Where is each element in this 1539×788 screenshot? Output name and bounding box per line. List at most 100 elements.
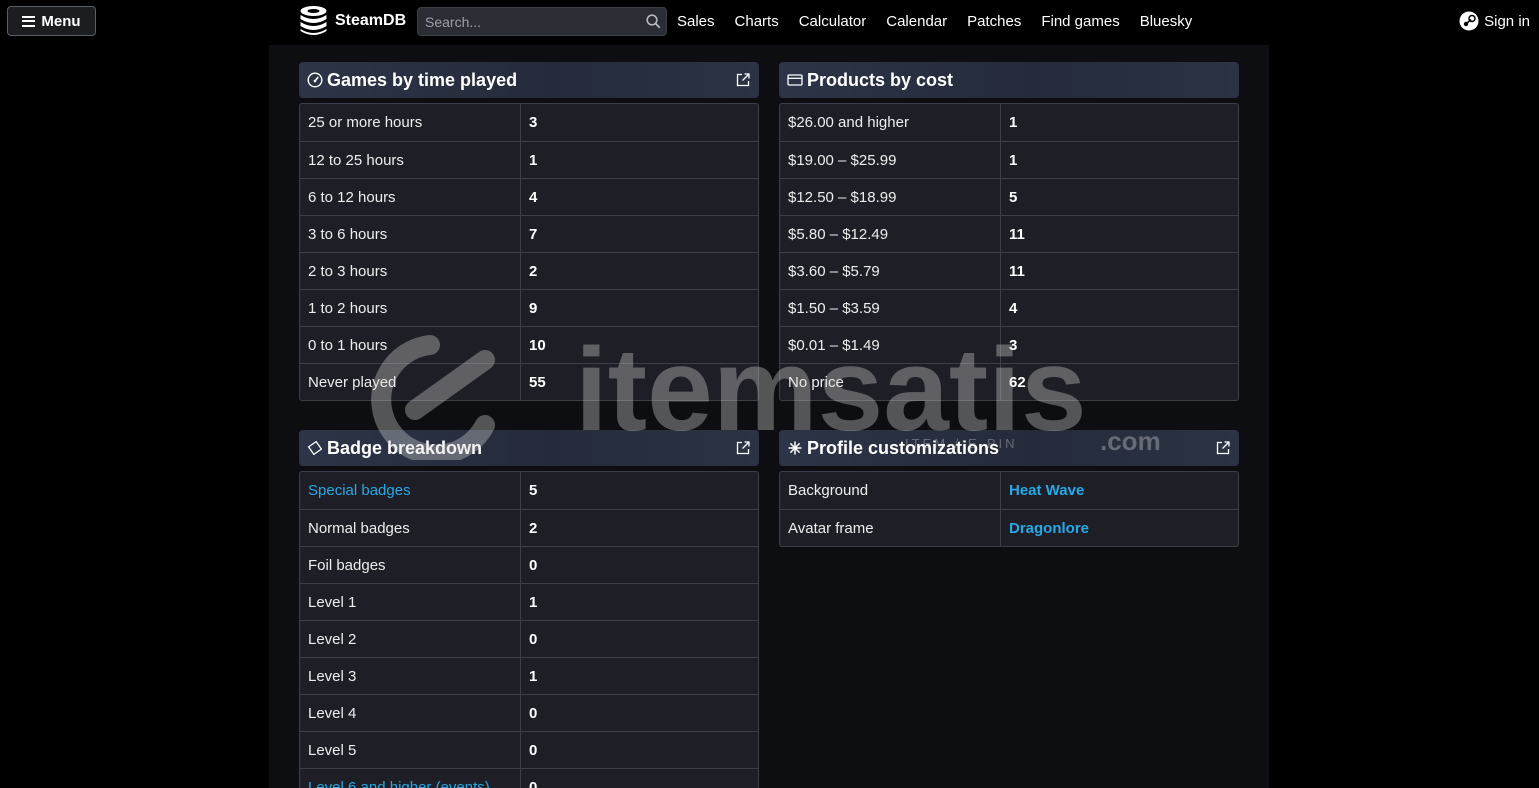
table-row: $5.80 – $12.49 11 [780, 215, 1238, 252]
main-content: Games by time played 25 or more hours 3 1… [269, 45, 1269, 788]
row-value: 4 [1009, 299, 1018, 317]
row-label: Background [780, 472, 1001, 509]
panel-title: Badge breakdown [327, 437, 483, 458]
table-row: Level 4 0 [300, 694, 758, 731]
external-link-icon[interactable] [735, 72, 751, 88]
nav-patches[interactable]: Patches [957, 13, 1031, 30]
table-row: 2 to 3 hours 2 [300, 252, 758, 289]
row-value: 1 [529, 151, 538, 169]
customizations-table: Background Heat Wave Avatar frame Dragonlo… [779, 471, 1239, 547]
background-link[interactable]: Heat Wave [1001, 472, 1238, 509]
search-icon[interactable] [640, 14, 666, 29]
level-6-events-link[interactable]: Level 6 and higher (events) [300, 769, 521, 788]
row-label: $26.00 and higher [780, 104, 1001, 141]
row-value: 1 [1009, 151, 1018, 169]
row-value: 11 [1009, 262, 1025, 280]
row-value: 5 [1009, 188, 1018, 206]
row-value: 5 [529, 482, 538, 499]
gauge-icon [307, 72, 323, 88]
table-row: 0 to 1 hours 10 [300, 326, 758, 363]
panel-title: Games by time played [327, 69, 518, 90]
row-label: 25 or more hours [300, 104, 521, 141]
nav-find-games[interactable]: Find games [1031, 13, 1129, 30]
steam-icon [1459, 11, 1479, 31]
row-label: $5.80 – $12.49 [780, 216, 1001, 252]
row-value: 0 [529, 630, 538, 648]
row-label: $3.60 – $5.79 [780, 253, 1001, 289]
nav-calendar[interactable]: Calendar [876, 13, 957, 30]
row-label: Level 3 [300, 658, 521, 694]
table-row: $3.60 – $5.79 11 [780, 252, 1238, 289]
table-row: Level 1 1 [300, 583, 758, 620]
panel-header: Products by cost [779, 62, 1239, 98]
row-label: Foil badges [300, 547, 521, 583]
row-value: 1 [529, 667, 538, 685]
steamdb-logo-icon [300, 6, 327, 35]
row-label: 12 to 25 hours [300, 142, 521, 178]
logo-text: SteamDB [335, 12, 407, 29]
external-link-icon[interactable] [1215, 440, 1231, 456]
nav-charts[interactable]: Charts [725, 13, 789, 30]
table-row: 25 or more hours 3 [300, 104, 758, 141]
row-value: 7 [529, 225, 538, 243]
row-value: 11 [1009, 225, 1025, 243]
row-value: 0 [529, 556, 538, 574]
row-value: 9 [529, 299, 538, 317]
badge-icon [307, 440, 323, 456]
panel-header: Profile customizations [779, 430, 1239, 466]
row-value: 4 [529, 188, 538, 206]
row-label: Level 2 [300, 621, 521, 657]
row-value: 3 [529, 114, 538, 131]
row-label: 3 to 6 hours [300, 216, 521, 252]
row-value: 1 [529, 593, 538, 611]
table-row: Level 6 and higher (events) 0 [300, 768, 758, 788]
row-label: 1 to 2 hours [300, 290, 521, 326]
profile-customizations-panel: Profile customizations Background Heat Wa… [779, 430, 1239, 547]
panel-header: Games by time played [299, 62, 759, 98]
badge-breakdown-panel: Badge breakdown Special badges 5 Normal b… [299, 430, 759, 788]
special-badges-link[interactable]: Special badges [300, 472, 521, 509]
time-played-table: 25 or more hours 3 12 to 25 hours 1 6 to 1… [299, 103, 759, 401]
menu-button-label: Menu [41, 12, 81, 30]
row-value: 2 [529, 262, 538, 280]
search-input[interactable] [418, 8, 640, 35]
row-label: 0 to 1 hours [300, 327, 521, 363]
table-row: Background Heat Wave [780, 472, 1238, 509]
table-row: Normal badges 2 [300, 509, 758, 546]
top-navbar: Menu SteamDB Sales Charts Calculator Cal… [0, 0, 1539, 42]
nav-calculator[interactable]: Calculator [789, 13, 877, 30]
table-row: Foil badges 0 [300, 546, 758, 583]
menu-button[interactable]: Menu [7, 6, 96, 36]
avatar-frame-link[interactable]: Dragonlore [1001, 510, 1238, 546]
row-value: 0 [529, 778, 538, 788]
row-label: Never played [300, 364, 521, 400]
row-label: $1.50 – $3.59 [780, 290, 1001, 326]
table-row: 1 to 2 hours 9 [300, 289, 758, 326]
table-row: $1.50 – $3.59 4 [780, 289, 1238, 326]
row-label: Normal badges [300, 510, 521, 546]
row-label: $12.50 – $18.99 [780, 179, 1001, 215]
credit-card-icon [787, 74, 803, 86]
sign-in-link[interactable]: Sign in [1459, 11, 1530, 31]
steamdb-logo[interactable]: SteamDB [298, 5, 406, 37]
search-box [417, 7, 667, 36]
external-link-icon[interactable] [735, 440, 751, 456]
sparkle-icon [788, 441, 802, 455]
row-value: 10 [529, 336, 546, 354]
table-row: Level 3 1 [300, 657, 758, 694]
row-label: 2 to 3 hours [300, 253, 521, 289]
panel-title: Products by cost [807, 69, 954, 90]
nav-sales[interactable]: Sales [667, 13, 725, 30]
table-row: $26.00 and higher 1 [780, 104, 1238, 141]
table-row: Avatar frame Dragonlore [780, 509, 1238, 546]
row-value: 1 [1009, 114, 1018, 131]
row-value: 2 [529, 519, 538, 537]
row-label: Level 5 [300, 732, 521, 768]
row-value: 0 [529, 741, 538, 759]
badge-table: Special badges 5 Normal badges 2 Foil badg… [299, 471, 759, 788]
row-value: 0 [529, 704, 538, 722]
nav-bluesky[interactable]: Bluesky [1130, 13, 1203, 30]
table-row: Special badges 5 [300, 472, 758, 509]
products-by-cost-panel: Products by cost $26.00 and higher 1 $19.… [779, 62, 1239, 401]
games-by-time-played-panel: Games by time played 25 or more hours 3 1… [299, 62, 759, 401]
